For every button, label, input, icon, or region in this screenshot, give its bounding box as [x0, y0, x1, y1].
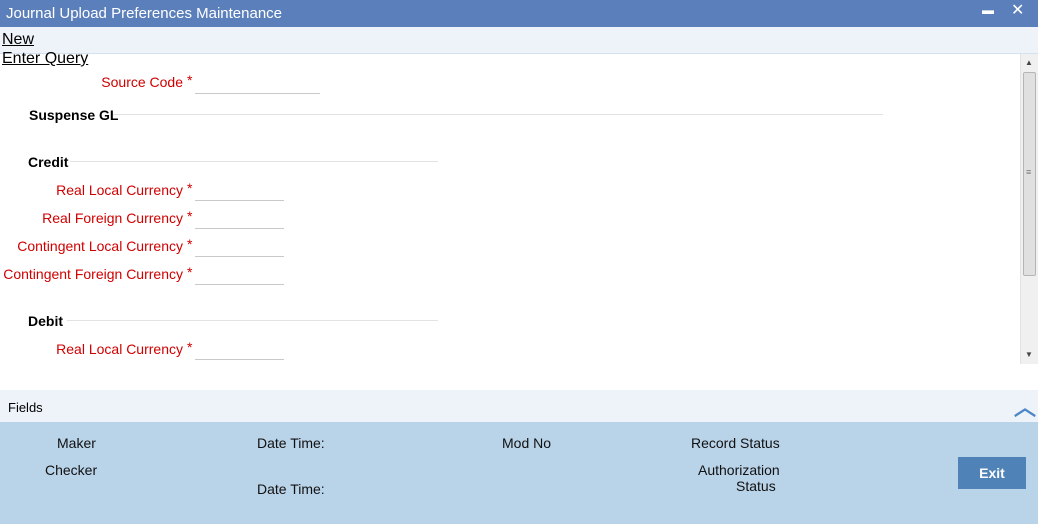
required-mark: * — [187, 180, 193, 196]
source-code-label: Source Code — [101, 74, 183, 90]
credit-heading: Credit — [28, 154, 69, 170]
debit-heading: Debit — [28, 313, 63, 329]
record-status-label: Record Status — [691, 435, 780, 451]
required-mark: * — [187, 339, 193, 355]
menu-bar: New — [0, 27, 1038, 54]
audit-panel: Maker Date Time: Mod No Record Status Ch… — [0, 422, 1038, 524]
enter-query-link[interactable]: Enter Query — [2, 50, 88, 68]
credit-contingent-local-label: Contingent Local Currency — [17, 238, 183, 254]
close-icon[interactable]: ✕ — [1011, 0, 1024, 20]
divider — [113, 114, 883, 115]
required-mark: * — [187, 264, 193, 280]
debit-real-local-label: Real Local Currency — [56, 341, 183, 357]
authorization-label: Authorization — [698, 462, 780, 478]
fields-bar[interactable]: Fields ︿ — [0, 390, 1038, 422]
scroll-up-icon[interactable]: ▲ — [1025, 58, 1033, 67]
new-link[interactable]: New — [2, 31, 34, 49]
title-bar: Journal Upload Preferences Maintenance ▬… — [0, 0, 1038, 27]
chevron-up-icon[interactable]: ︿ — [1014, 390, 1036, 422]
required-mark: * — [187, 208, 193, 224]
source-code-input[interactable] — [195, 74, 320, 94]
form-content: Source Code * Suspense GL Credit Real Lo… — [0, 54, 1020, 364]
credit-real-foreign-input[interactable] — [195, 209, 284, 229]
suspense-gl-heading: Suspense GL — [29, 107, 119, 123]
required-mark: * — [187, 236, 193, 252]
credit-real-foreign-label: Real Foreign Currency — [42, 210, 183, 226]
required-mark: * — [187, 72, 193, 88]
debit-real-local-input[interactable] — [195, 340, 284, 360]
authorization-status-label: Status — [736, 478, 776, 494]
scroll-thumb[interactable]: ≡ — [1023, 72, 1036, 276]
credit-contingent-foreign-input[interactable] — [195, 265, 284, 285]
grip-icon: ≡ — [1026, 167, 1032, 177]
scroll-down-icon[interactable]: ▼ — [1025, 350, 1033, 359]
minimize-icon[interactable]: ▬ — [982, 3, 994, 17]
credit-real-local-input[interactable] — [195, 181, 284, 201]
divider — [67, 320, 438, 321]
maker-label: Maker — [57, 435, 96, 451]
checker-date-time-label: Date Time: — [257, 481, 325, 497]
fields-label[interactable]: Fields — [8, 400, 43, 415]
window-title: Journal Upload Preferences Maintenance — [6, 5, 282, 22]
exit-button[interactable]: Exit — [958, 457, 1026, 489]
credit-contingent-foreign-label: Contingent Foreign Currency — [3, 266, 183, 282]
checker-label: Checker — [45, 462, 98, 478]
divider — [70, 161, 438, 162]
vertical-scrollbar[interactable]: ▲ ≡ ▼ — [1020, 54, 1038, 364]
credit-contingent-local-input[interactable] — [195, 237, 284, 257]
credit-real-local-label: Real Local Currency — [56, 182, 183, 198]
maker-date-time-label: Date Time: — [257, 435, 325, 451]
mod-no-label: Mod No — [502, 435, 552, 451]
